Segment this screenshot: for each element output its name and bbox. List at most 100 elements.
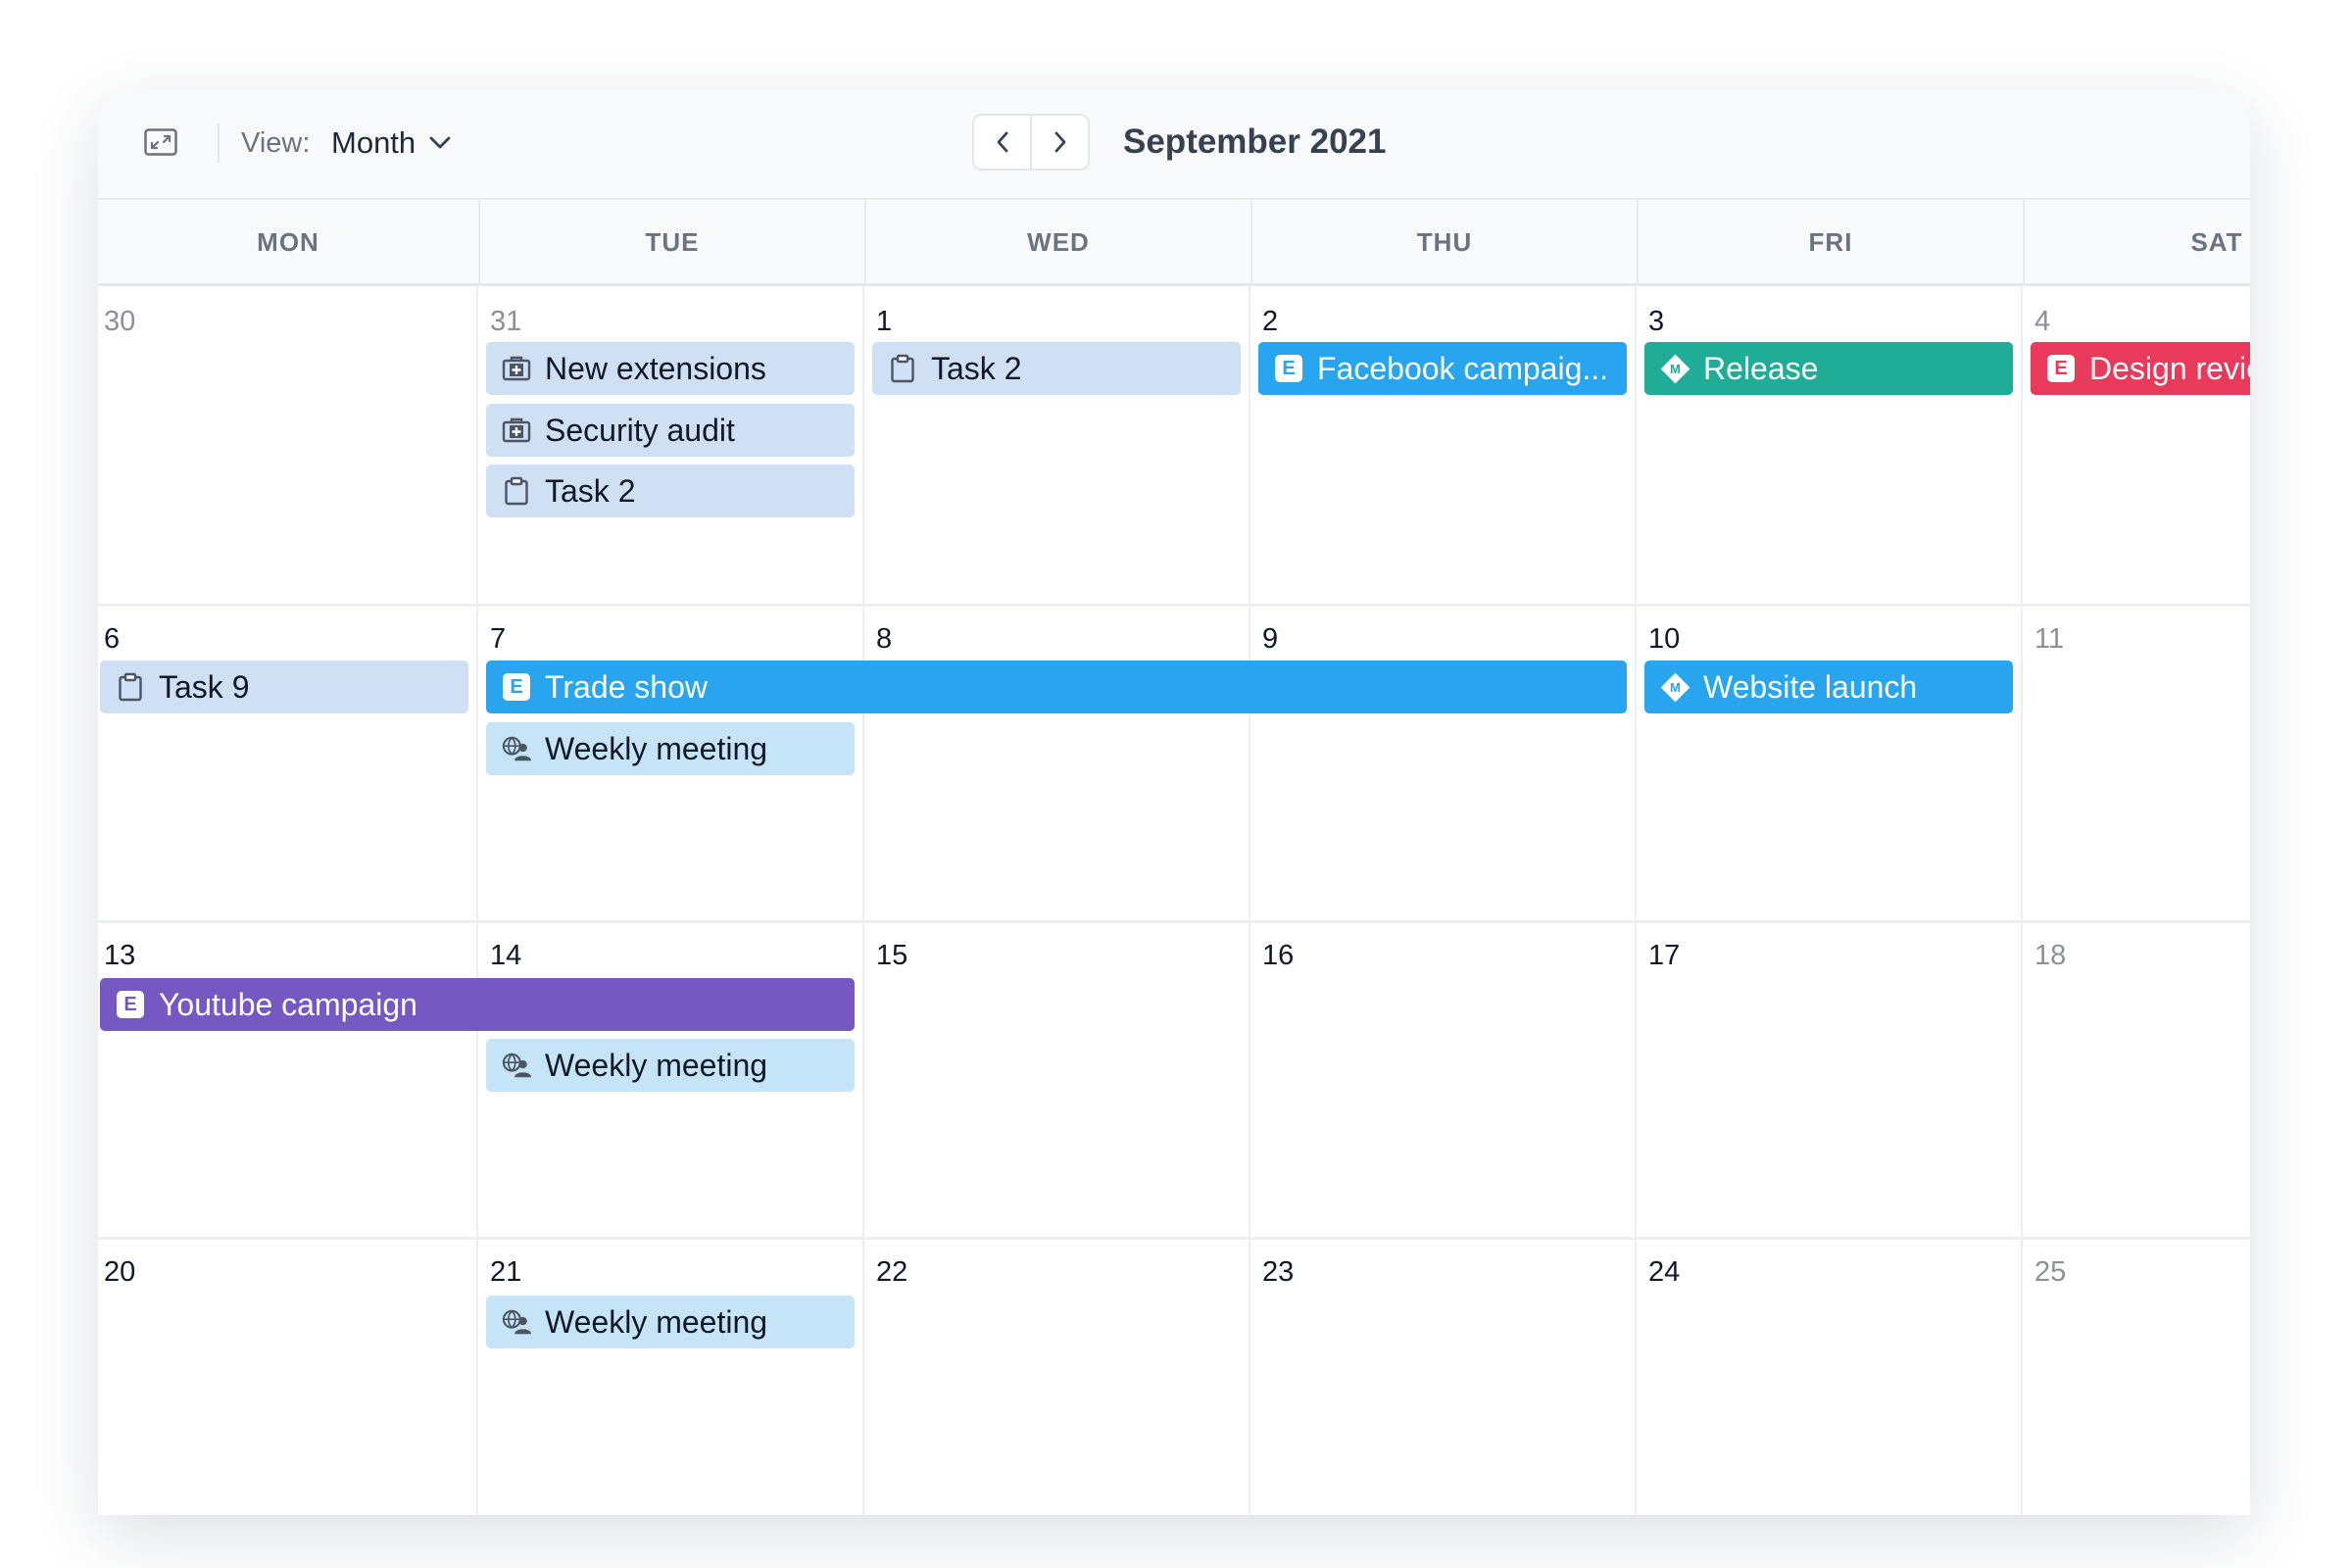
date-label: 25 — [2034, 1256, 2067, 1288]
event-badge-icon: E — [116, 990, 145, 1019]
milestone-icon: M — [1660, 354, 1690, 383]
view-label: View: — [241, 127, 311, 159]
event-label: Release — [1703, 350, 1819, 386]
chevron-right-icon — [1054, 131, 1065, 153]
event-badge: E — [117, 991, 144, 1018]
day-header-fri: FRI — [1637, 200, 2023, 285]
date-label: 15 — [876, 940, 908, 971]
event-badge-icon: E — [1274, 354, 1303, 383]
date-label: 2 — [1262, 306, 1279, 337]
date-label: 17 — [1648, 940, 1681, 971]
date-label: 22 — [876, 1256, 908, 1288]
calendar-toolbar: View: Month September 2021 — [98, 90, 2250, 198]
event-label: Website launch — [1703, 668, 1918, 705]
date-label: 4 — [2034, 306, 2051, 337]
event-label: Weekly meeting — [545, 730, 768, 766]
column-divider — [476, 286, 478, 1515]
event-label: Youtube campaign — [159, 986, 417, 1022]
row-divider — [98, 1237, 2250, 1240]
event-facebook-campaign[interactable]: E Facebook campaig... — [1258, 342, 1627, 395]
day-header-mon: MON — [257, 227, 319, 257]
day-headers: MON TUE WED THU FRI SAT — [98, 198, 2250, 286]
date-label: 10 — [1648, 623, 1681, 655]
event-badge-icon: E — [502, 672, 531, 702]
date-label: 14 — [490, 940, 522, 971]
toolbar-divider — [218, 123, 220, 163]
event-badge: E — [2047, 355, 2075, 382]
date-label: 20 — [104, 1256, 136, 1288]
event-label: Design revie — [2089, 350, 2250, 386]
column-divider — [2021, 286, 2023, 1515]
briefcase-icon — [502, 354, 531, 383]
event-label: Weekly meeting — [545, 1047, 768, 1083]
date-label: 18 — [2034, 940, 2067, 971]
date-navigation — [972, 114, 1090, 171]
expand-button[interactable] — [141, 122, 180, 162]
chevron-down-icon — [429, 136, 451, 149]
row-divider — [98, 920, 2250, 923]
event-label: Task 2 — [931, 350, 1022, 386]
event-label: Security audit — [545, 412, 735, 448]
milestone-badge: M — [1669, 679, 1681, 695]
event-label: Task 9 — [159, 668, 250, 705]
date-label: 13 — [104, 940, 136, 971]
event-badge: E — [503, 673, 530, 701]
event-design-review[interactable]: E Design revie — [2031, 342, 2250, 395]
next-month-button[interactable] — [1030, 116, 1088, 169]
event-weekly-meeting[interactable]: Weekly meeting — [486, 722, 855, 775]
meeting-icon — [502, 734, 531, 763]
milestone-icon: M — [1660, 672, 1690, 702]
date-label: 23 — [1262, 1256, 1295, 1288]
event-badge: E — [1275, 355, 1302, 382]
column-divider — [862, 286, 864, 1515]
clipboard-icon — [502, 476, 531, 506]
clipboard-icon — [888, 354, 917, 383]
date-label: 1 — [876, 306, 893, 337]
day-header-sat: SAT — [2023, 200, 2250, 285]
event-task-9[interactable]: Task 9 — [100, 661, 468, 713]
milestone-badge: M — [1669, 361, 1681, 376]
event-badge-icon: E — [2046, 354, 2076, 383]
date-label: 9 — [1262, 623, 1279, 655]
clipboard-icon — [116, 672, 145, 702]
date-label: 11 — [2034, 623, 2065, 655]
prev-month-button[interactable] — [974, 116, 1030, 169]
day-header-thu: THU — [1250, 200, 1637, 285]
date-label: 7 — [490, 623, 507, 655]
event-label: Weekly meeting — [545, 1303, 768, 1340]
meeting-icon — [502, 1051, 531, 1080]
event-task-2[interactable]: Task 2 — [872, 342, 1241, 395]
view-value: Month — [331, 125, 416, 160]
briefcase-icon — [502, 416, 531, 445]
view-dropdown[interactable]: Month — [331, 120, 451, 167]
meeting-icon — [502, 1307, 531, 1337]
date-label: 6 — [104, 623, 121, 655]
event-youtube-campaign[interactable]: E Youtube campaign — [100, 978, 855, 1031]
period-title: September 2021 — [1123, 122, 1387, 161]
event-release[interactable]: M Release — [1644, 342, 2013, 395]
date-label: 24 — [1648, 1256, 1681, 1288]
chevron-left-icon — [997, 131, 1007, 153]
date-label: 8 — [876, 623, 893, 655]
day-header-tue: TUE — [478, 200, 864, 285]
event-trade-show[interactable]: E Trade show — [486, 661, 1627, 713]
event-label: New extensions — [545, 350, 766, 386]
event-new-extensions[interactable]: New extensions — [486, 342, 855, 395]
date-label: 31 — [490, 306, 522, 337]
date-label: 21 — [490, 1256, 522, 1288]
date-label: 30 — [104, 306, 136, 337]
date-label: 3 — [1648, 306, 1665, 337]
expand-icon — [144, 128, 177, 156]
event-task-2[interactable]: Task 2 — [486, 465, 855, 517]
calendar-card: View: Month September 2021 MON TUE WED T… — [98, 90, 2250, 1515]
day-header-wed: WED — [864, 200, 1250, 285]
row-divider — [98, 604, 2250, 607]
event-weekly-meeting[interactable]: Weekly meeting — [486, 1039, 855, 1092]
month-grid: 30 31 1 2 3 4 6 7 8 9 10 11 13 14 15 16 … — [98, 286, 2250, 1515]
column-divider — [1635, 286, 1637, 1515]
date-label: 16 — [1262, 940, 1295, 971]
event-website-launch[interactable]: M Website launch — [1644, 661, 2013, 713]
event-weekly-meeting[interactable]: Weekly meeting — [486, 1296, 855, 1348]
event-label: Facebook campaig... — [1317, 350, 1609, 386]
event-security-audit[interactable]: Security audit — [486, 404, 855, 457]
